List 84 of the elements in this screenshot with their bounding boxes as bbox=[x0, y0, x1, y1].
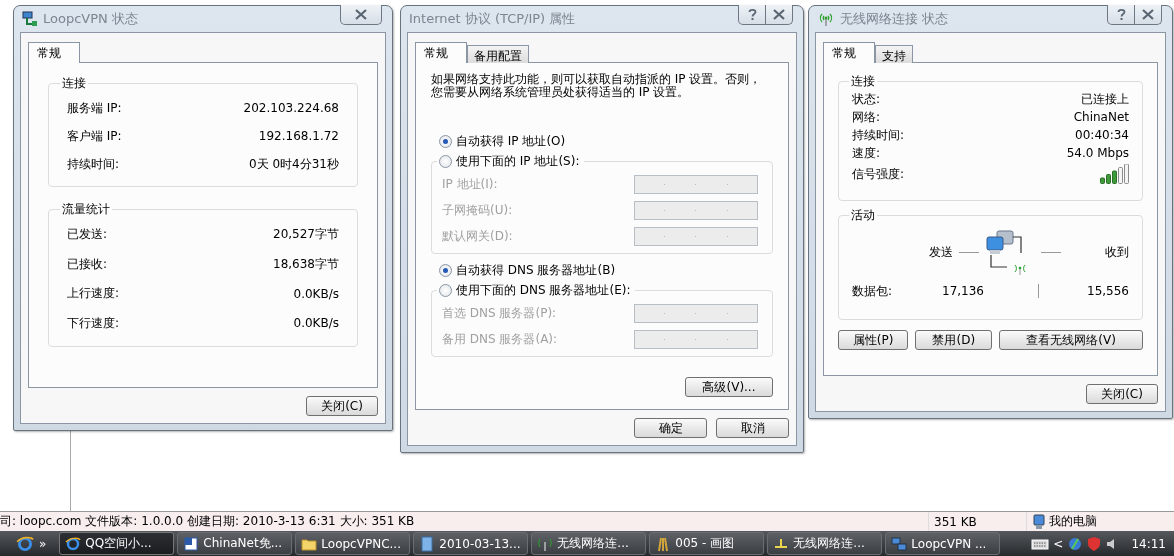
field-value: 17,136 bbox=[941, 284, 984, 298]
field-label: 持续时间: bbox=[852, 126, 905, 144]
tray-expand-button[interactable]: < bbox=[1053, 536, 1064, 551]
field-label: 首选 DNS 服务器(P): bbox=[442, 304, 557, 322]
signal-strength-icon bbox=[1100, 164, 1129, 184]
window-title: LoopcVPN 状态 bbox=[43, 10, 138, 28]
field-label: 网络: bbox=[852, 108, 881, 126]
taskbar-button[interactable]: LoopcVPNC... bbox=[295, 532, 411, 555]
taskbar-button[interactable]: 005 - 画图 bbox=[649, 532, 765, 555]
close-button[interactable]: 关闭(C) bbox=[1086, 384, 1158, 404]
network-icon bbox=[22, 11, 38, 27]
field-value: 0.0KB/s bbox=[293, 286, 339, 301]
close-icon[interactable] bbox=[355, 9, 367, 20]
field-label: 子网掩码(U): bbox=[442, 201, 513, 219]
field-label: 下行速度: bbox=[67, 314, 120, 332]
field-value: 15,556 bbox=[1086, 284, 1129, 298]
field-label: 服务端 IP: bbox=[67, 99, 122, 117]
description-text: 您需要从网络系统管理员处获得适当的 IP 设置。 bbox=[431, 86, 690, 99]
help-icon[interactable] bbox=[747, 8, 757, 21]
close-button[interactable]: 关闭(C) bbox=[306, 396, 378, 416]
app-icon bbox=[65, 535, 82, 552]
close-icon[interactable] bbox=[1142, 9, 1154, 20]
tab[interactable]: 支持 bbox=[875, 45, 913, 63]
description-text: 如果网络支持此功能，则可以获取自动指派的 IP 设置。否则， bbox=[431, 73, 763, 86]
file-info: 司: loopc.com 文件版本: 1.0.0.0 创建日期: 2010-3-13 6:31 大小: 351 KB bbox=[0, 513, 416, 530]
field-label: 收到 bbox=[1104, 243, 1129, 261]
field-label: 客户端 IP: bbox=[67, 127, 122, 145]
action-button[interactable]: 禁用(D) bbox=[915, 330, 993, 350]
field-label: 信号强度: bbox=[852, 165, 905, 183]
app-icon bbox=[183, 535, 200, 552]
taskbar-button[interactable]: LoopcVPN ... bbox=[885, 532, 1001, 555]
group-label: 连接 bbox=[850, 73, 876, 90]
clock: 14:11 bbox=[1131, 536, 1166, 551]
field-value: 18,638字节 bbox=[273, 255, 339, 273]
field-label: IP 地址(I): bbox=[442, 175, 498, 193]
field-value: 0.0KB/s bbox=[293, 316, 339, 331]
advanced-button[interactable]: 高级(V)... bbox=[685, 377, 773, 397]
computer-icon bbox=[1033, 513, 1045, 530]
action-button[interactable]: 属性(P) bbox=[838, 330, 909, 350]
tab[interactable]: 常规 bbox=[415, 42, 467, 63]
field-label: 发送 bbox=[929, 243, 953, 261]
field-value: 54.0 Mbps bbox=[1066, 146, 1129, 160]
window-title: 无线网络连接 状态 bbox=[840, 10, 949, 28]
field-label: 上行速度: bbox=[67, 285, 120, 303]
field-label: 状态: bbox=[852, 90, 881, 108]
taskbar-button[interactable]: ChinaNet免... bbox=[177, 532, 293, 555]
network-tray-icon[interactable] bbox=[1067, 535, 1084, 552]
action-button[interactable]: 查看无线网络(V) bbox=[999, 330, 1143, 350]
antenna-icon bbox=[817, 12, 835, 26]
window-title: Internet 协议 (TCP/IP) 属性 bbox=[409, 10, 576, 28]
field-label: 默认网关(D): bbox=[442, 227, 513, 245]
group-label: 连接 bbox=[61, 75, 87, 92]
field-label: 已发送: bbox=[67, 226, 108, 244]
taskbar-button[interactable]: 无线网络连... bbox=[531, 532, 647, 555]
field-value: 202.103.224.68 bbox=[243, 101, 339, 115]
field-label: 已接收: bbox=[67, 255, 108, 273]
app-icon bbox=[419, 535, 436, 552]
ok-button[interactable]: 确定 bbox=[634, 418, 707, 438]
group-label: 活动 bbox=[850, 207, 876, 224]
app-icon bbox=[891, 535, 908, 552]
location-label: 我的电脑 bbox=[1049, 513, 1097, 530]
field-value: ChinaNet bbox=[1073, 110, 1129, 124]
field-value: 00:40:34 bbox=[1075, 128, 1129, 142]
more-button[interactable]: » bbox=[37, 536, 57, 551]
help-icon[interactable] bbox=[1116, 8, 1126, 21]
browser-icon[interactable] bbox=[16, 534, 34, 553]
taskbar-button[interactable]: 无线网络连... bbox=[767, 532, 883, 555]
field-value: 已连接上 bbox=[1081, 90, 1129, 108]
field-value: 0天 0时4分31秒 bbox=[249, 155, 339, 173]
tab[interactable]: 备用配置 bbox=[467, 45, 529, 63]
keyboard-icon[interactable] bbox=[1031, 537, 1050, 550]
field-value: 20,527字节 bbox=[273, 226, 339, 244]
tab[interactable]: 常规 bbox=[823, 42, 875, 63]
cancel-button[interactable]: 取消 bbox=[716, 418, 789, 438]
group-label: 流量统计 bbox=[61, 201, 111, 218]
field-label: 备用 DNS 服务器(A): bbox=[442, 330, 558, 348]
taskbar-button[interactable]: QQ空间小... bbox=[59, 532, 175, 555]
taskbar-button[interactable]: 2010-03-13... bbox=[413, 532, 529, 555]
field-label: 持续时间: bbox=[67, 155, 120, 173]
tab[interactable]: 常规 bbox=[28, 42, 80, 63]
field-label: 数据包: bbox=[852, 282, 893, 300]
field-label: 速度: bbox=[852, 144, 881, 162]
close-icon[interactable] bbox=[773, 9, 785, 20]
field-value: 192.168.1.72 bbox=[258, 129, 339, 143]
